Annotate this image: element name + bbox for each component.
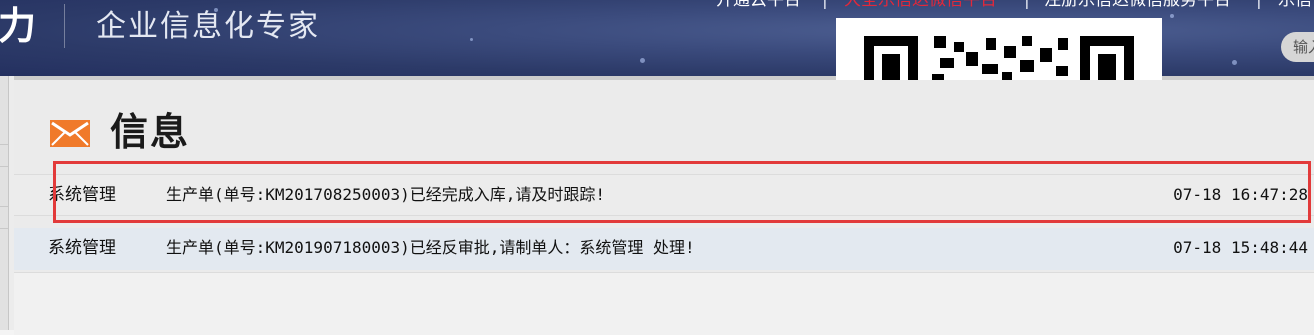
message-content[interactable]: 生产单(单号:KM201708250003)已经完成入库,请及时跟踪!	[166, 175, 605, 215]
decor-dot	[1232, 60, 1237, 65]
message-row[interactable]: 系统管理 生产单(单号:KM201708250003)已经完成入库,请及时跟踪!…	[14, 174, 1314, 216]
envelope-icon	[50, 120, 90, 147]
top-link-wechat-platform[interactable]: 大全乐信达微信平台	[844, 0, 997, 12]
top-nav: 开通云平台 | 大全乐信达微信平台 | 注册乐信达微信服务平台 | 乐信	[0, 0, 1314, 12]
link-separator: |	[1024, 0, 1030, 10]
link-separator: |	[1256, 0, 1262, 10]
message-time: 07-18 15:48:44	[1173, 238, 1308, 257]
qr-code-icon	[836, 18, 1162, 80]
page-title: 信息	[110, 110, 191, 154]
link-separator: |	[822, 0, 828, 10]
decor-dot	[470, 38, 473, 41]
message-time: 07-18 16:47:28	[1173, 185, 1308, 204]
panel-empty-area	[14, 272, 1314, 335]
brand-slogan: 企业信息化专家	[96, 9, 320, 44]
left-sidebar-edge	[0, 76, 9, 330]
top-link-open-cloud[interactable]: 开通云平台	[716, 0, 801, 12]
top-link-register-wechat-service[interactable]: 注册乐信达微信服务平台	[1044, 0, 1231, 12]
decor-dot	[640, 58, 645, 63]
messages-panel: 信息 系统管理 生产单(单号:KM201708250003)已经完成入库,请及时…	[14, 76, 1314, 335]
message-sender: 系统管理	[48, 238, 116, 258]
decor-dot	[1170, 14, 1174, 18]
brand-logo-text: 力	[0, 4, 37, 48]
top-link-more[interactable]: 乐信	[1278, 0, 1312, 12]
login-input[interactable]: 输入	[1281, 32, 1314, 62]
message-row[interactable]: 系统管理 生产单(单号:KM201907180003)已经反审批,请制单人：系统…	[14, 228, 1314, 270]
panel-header: 信息	[14, 104, 1314, 160]
message-sender: 系统管理	[48, 185, 116, 205]
message-content[interactable]: 生产单(单号:KM201907180003)已经反审批,请制单人：系统管理 处理…	[166, 228, 695, 268]
